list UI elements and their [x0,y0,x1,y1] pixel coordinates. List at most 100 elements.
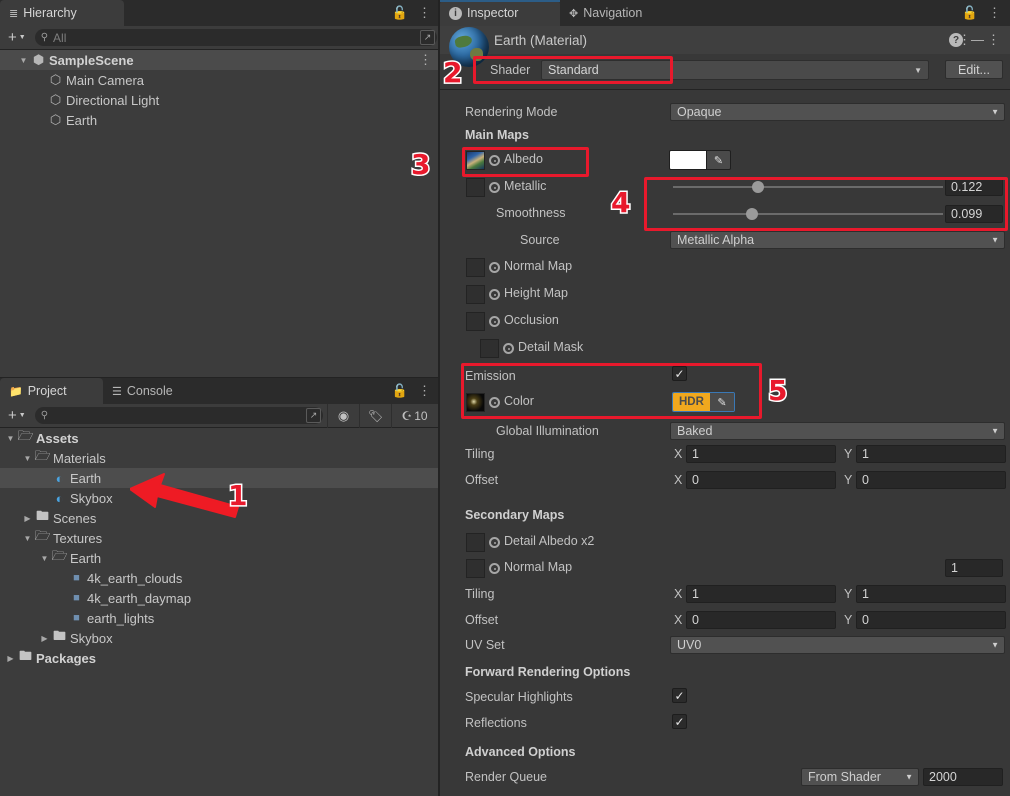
main-tiling-x-field[interactable]: 1 [686,445,836,463]
eyedropper-icon[interactable]: ✎ [707,150,731,170]
chevron-down-icon[interactable]: ▼ [21,454,34,463]
tree-row[interactable]: ⬡ Earth [0,110,440,130]
main-tiling-y-field[interactable]: 1 [856,445,1006,463]
secondary-normal-map-radio-icon[interactable] [489,563,500,574]
project-add-button[interactable]: + ▼ [3,407,31,424]
chevron-right-icon[interactable]: ▶ [21,514,34,523]
hidden-eye-filter[interactable]: ☪ 10 [391,403,437,428]
lock-icon[interactable]: 🔓 [962,5,978,21]
secondary-offset-label: Offset [465,613,499,627]
uv-set-dropdown[interactable]: UV0 ▼ [670,636,1005,654]
hierarchy-search-input[interactable]: ⚲ All ↗ [34,29,437,46]
kebab-menu-icon[interactable]: ⋮ [418,383,431,399]
tab-navigation[interactable]: ✥ Navigation [560,0,654,26]
height-map-radio-icon[interactable] [489,289,500,300]
metallic-texture-slot[interactable] [466,178,485,197]
secondary-tiling-y-field[interactable]: 1 [856,585,1006,603]
detail-albedo-radio-icon[interactable] [489,537,500,548]
preset-icon[interactable]: ⋮— [958,32,984,48]
emission-hdr-color-field[interactable]: HDR ✎ [672,392,735,412]
normal-map-radio-icon[interactable] [489,262,500,273]
tree-row-label: Assets [36,430,79,446]
emission-checkbox[interactable]: ✓ [672,366,687,381]
secondary-offset-y-field[interactable]: 0 [856,611,1006,629]
reflections-label: Reflections [465,716,527,730]
global-illumination-dropdown[interactable]: Baked ▼ [670,422,1005,440]
metallic-slider-knob[interactable] [751,181,764,193]
tree-row[interactable]: ■ earth_lights [0,608,440,628]
tab-project[interactable]: 📁 Project [0,378,103,404]
tree-row[interactable]: ◐ Earth [0,468,440,488]
albedo-texture-slot[interactable] [466,151,485,170]
main-offset-x-field[interactable]: 0 [686,471,836,489]
tree-row[interactable]: ■ 4k_earth_daymap [0,588,440,608]
project-search-input[interactable]: ⚲ ↗ [34,407,323,424]
occlusion-texture-slot[interactable] [466,312,485,331]
metallic-value-field[interactable]: 0.122 [945,178,1003,196]
lock-icon[interactable]: 🔓 [392,383,408,399]
tree-row[interactable]: ◐ Skybox [0,488,440,508]
main-offset-y-field[interactable]: 0 [856,471,1006,489]
tag-filter-icon[interactable]: 🏷 [359,403,391,428]
smoothness-slider[interactable] [673,205,943,223]
rendering-mode-dropdown[interactable]: Opaque ▼ [670,103,1005,121]
emission-color-radio-icon[interactable] [489,397,500,408]
lock-icon[interactable]: 🔓 [392,5,408,21]
specular-highlights-checkbox[interactable]: ✓ [672,688,687,703]
tab-hierarchy[interactable]: ≣ Hierarchy [0,0,124,26]
tree-row[interactable]: ▶ 🖿 Scenes [0,508,440,528]
tree-row[interactable]: ⬡ Directional Light [0,90,440,110]
search-expand-icon[interactable]: ↗ [306,408,321,423]
secondary-normal-map-texture-slot[interactable] [466,559,485,578]
eyedropper-icon[interactable]: ✎ [709,393,734,411]
chevron-right-icon[interactable]: ▶ [4,654,17,663]
chevron-right-icon[interactable]: ▶ [38,634,51,643]
render-queue-mode-dropdown[interactable]: From Shader ▼ [801,768,919,786]
secondary-offset-x-field[interactable]: 0 [686,611,836,629]
smoothness-slider-knob[interactable] [745,208,758,220]
metallic-radio-icon[interactable] [489,182,500,193]
tab-console[interactable]: ☰ Console [103,378,185,404]
tree-row[interactable]: ▼ 🗁 Earth [0,548,440,568]
tree-row[interactable]: ▼ ⬢ SampleScene ⋮ [0,50,440,70]
chevron-down-icon[interactable]: ▼ [4,434,17,443]
chevron-down-icon[interactable]: ▼ [21,534,34,543]
search-expand-icon[interactable]: ↗ [420,30,435,45]
kebab-menu-icon[interactable]: ⋮ [987,32,1000,48]
shape-filter-icon[interactable]: ◉ [327,403,359,428]
tab-inspector[interactable]: i Inspector [440,0,560,26]
reflections-checkbox[interactable]: ✓ [672,714,687,729]
tree-row[interactable]: ▶ 🖿 Packages [0,648,440,668]
albedo-color-field[interactable]: ✎ [669,150,731,170]
tree-row[interactable]: ▼ 🗁 Assets [0,428,440,448]
kebab-menu-icon[interactable]: ⋮ [988,5,1001,21]
secondary-normal-scale-field[interactable]: 1 [945,559,1003,577]
tree-row[interactable]: ■ 4k_earth_clouds [0,568,440,588]
kebab-menu-icon[interactable]: ⋮ [418,5,431,21]
source-dropdown[interactable]: Metallic Alpha ▼ [670,231,1005,249]
smoothness-value-field[interactable]: 0.099 [945,205,1003,223]
tree-row[interactable]: ▼ 🗁 Materials [0,448,440,468]
metallic-slider[interactable] [673,178,943,196]
tree-row[interactable]: ▼ 🗁 Textures [0,528,440,548]
chevron-down-icon[interactable]: ▼ [17,56,30,65]
emission-texture-slot[interactable] [466,393,485,412]
render-queue-value-field[interactable]: 2000 [923,768,1003,786]
edit-shader-button[interactable]: Edit... [945,60,1003,79]
detail-albedo-texture-slot[interactable] [466,533,485,552]
detail-mask-texture-slot[interactable] [480,339,499,358]
occlusion-radio-icon[interactable] [489,316,500,327]
tree-row[interactable]: ⬡ Main Camera [0,70,440,90]
kebab-menu-icon[interactable]: ⋮ [419,52,440,68]
hierarchy-add-button[interactable]: + ▼ [3,29,31,46]
vertical-splitter[interactable] [438,0,440,796]
albedo-color-swatch-inner[interactable] [669,150,707,170]
secondary-tiling-x-field[interactable]: 1 [686,585,836,603]
normal-map-texture-slot[interactable] [466,258,485,277]
albedo-radio-icon[interactable] [489,155,500,166]
chevron-down-icon[interactable]: ▼ [38,554,51,563]
detail-mask-radio-icon[interactable] [503,343,514,354]
shader-dropdown[interactable]: Standard ▼ [541,60,929,80]
height-map-texture-slot[interactable] [466,285,485,304]
tree-row[interactable]: ▶ 🖿 Skybox [0,628,440,648]
